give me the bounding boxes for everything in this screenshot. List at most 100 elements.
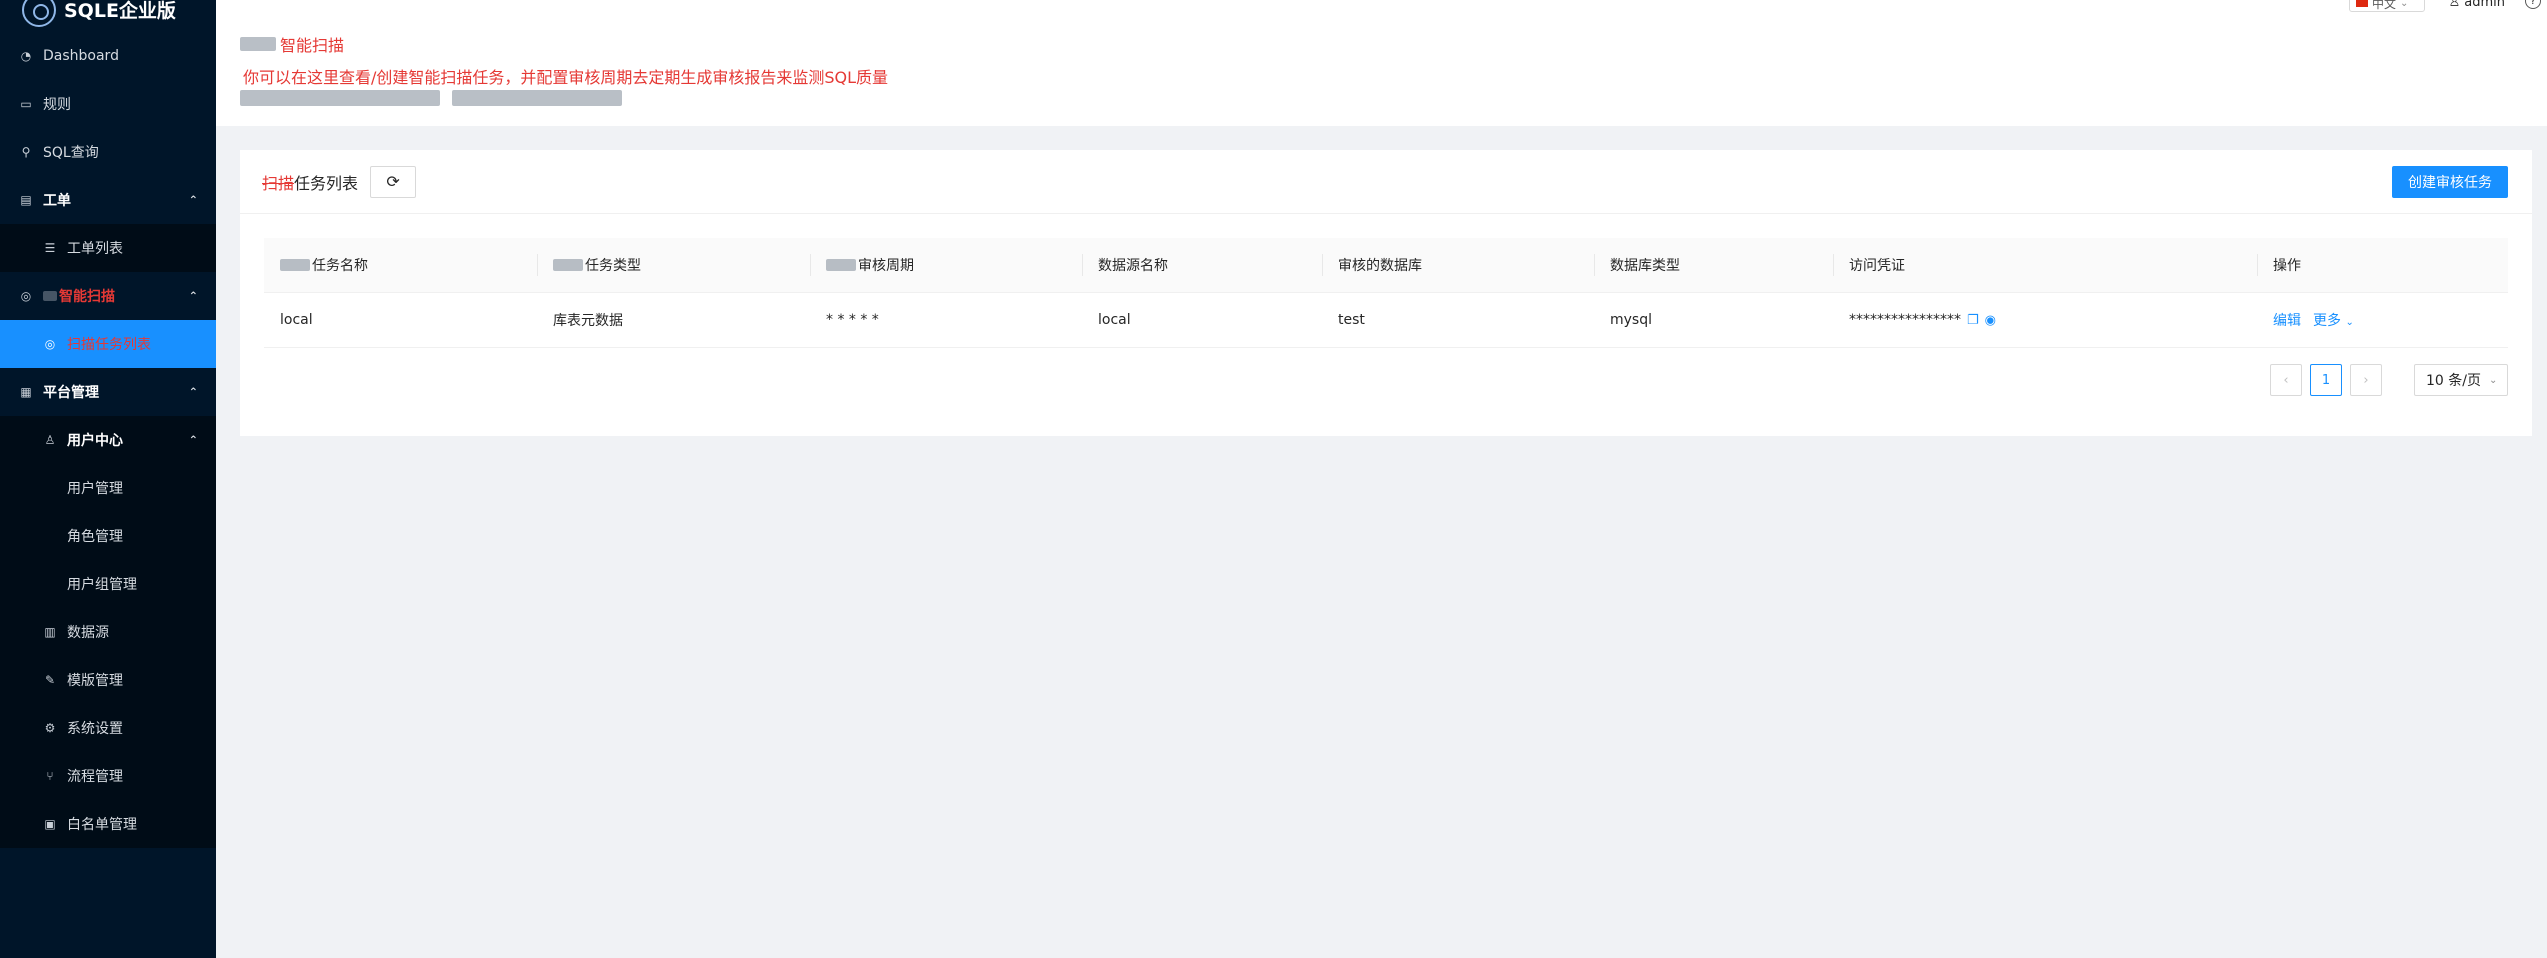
sidebar-group-user-center[interactable]: ♙ 用户中心 ⌃ xyxy=(0,416,216,464)
sidebar-item-label: 模版管理 xyxy=(67,673,123,689)
brand[interactable]: SQLE企业版 xyxy=(0,0,216,32)
chevron-up-icon: ⌃ xyxy=(188,385,198,399)
sidebar-item-datasource[interactable]: ▥ 数据源 xyxy=(0,608,216,656)
desktop-icon: ▤ xyxy=(20,193,32,207)
file-edit-icon: ✎ xyxy=(44,673,56,687)
sidebar-item-system[interactable]: ⚙ 系统设置 xyxy=(0,704,216,752)
header-text: 任务名称 xyxy=(312,258,368,274)
task-list-card: 扫描 任务列表 ⟳ 创建审核任务 任务名称 任务类型 审核周期 数据源名称 审核… xyxy=(240,150,2532,436)
profile-icon: ▣ xyxy=(44,817,56,831)
branch-icon: ⑂ xyxy=(46,769,54,783)
sidebar-item-user-manage[interactable]: 用户管理 xyxy=(0,464,216,512)
table-header: 任务名称 任务类型 审核周期 数据源名称 审核的数据库 数据库类型 访问凭证 操… xyxy=(264,238,2508,293)
target-icon: ◎ xyxy=(20,289,32,303)
page-title: 智能扫描 xyxy=(240,32,344,56)
sidebar-item-label: 扫描任务列表 xyxy=(67,337,151,353)
cell-actions: 编辑 更多 ⌄ xyxy=(2257,293,2508,347)
create-audit-task-button[interactable]: 创建审核任务 xyxy=(2392,166,2508,198)
prev-page-button[interactable]: ‹ xyxy=(2270,364,2302,396)
next-page-button[interactable]: › xyxy=(2350,364,2382,396)
chevron-down-icon: ⌄ xyxy=(2488,374,2498,386)
page-description: 你可以在这里查看/创建智能扫描任务，并配置审核周期去定期生成审核报告来监测SQL… xyxy=(243,68,889,87)
column-header-type: 任务类型 xyxy=(537,238,810,292)
header-text: 数据库类型 xyxy=(1610,258,1680,274)
chevron-down-icon: ⌄ xyxy=(2400,0,2409,9)
card-header: 扫描 任务列表 ⟳ 创建审核任务 xyxy=(240,150,2532,214)
sidebar-item-label: 数据源 xyxy=(67,625,109,641)
chevron-up-icon: ⌃ xyxy=(188,289,198,303)
sidebar-item-label: 智能扫描 xyxy=(59,289,115,305)
refresh-icon: ⟳ xyxy=(386,173,400,191)
sidebar-item-label: 系统设置 xyxy=(67,721,123,737)
refresh-button[interactable]: ⟳ xyxy=(370,165,417,198)
more-label: 更多 xyxy=(2313,313,2341,329)
sidebar-item-label: 用户中心 xyxy=(67,433,123,449)
gear-icon: ⚙ xyxy=(44,721,56,735)
page-size-select[interactable]: 10 条/页 ⌄ xyxy=(2414,364,2508,396)
monitor-icon: ▭ xyxy=(20,97,32,111)
china-flag-icon xyxy=(2356,0,2368,7)
top-bar: 中文 ⌄ ♙ admin ? xyxy=(216,0,2547,20)
chevron-down-icon: ⌄ xyxy=(2345,317,2354,328)
header-text: 任务类型 xyxy=(585,258,641,274)
column-header-actions: 操作 xyxy=(2257,238,2508,292)
header-text: 审核周期 xyxy=(858,258,914,274)
column-header-database: 审核的数据库 xyxy=(1322,238,1594,292)
sidebar-group-scan[interactable]: ◎ 智能扫描 ⌃ xyxy=(0,272,216,320)
list-icon: ☰ xyxy=(44,241,56,255)
blurred-label xyxy=(43,291,57,301)
sidebar-group-platform[interactable]: ▦ 平台管理 ⌃ xyxy=(0,368,216,416)
username: admin xyxy=(2464,0,2505,10)
more-dropdown[interactable]: 更多 ⌄ xyxy=(2313,310,2354,330)
sidebar-item-label: Dashboard xyxy=(43,48,119,64)
sidebar: SQLE企业版 ◔ Dashboard ▭ 规则 ⚲ SQL查询 ▤ 工单 ⌃ … xyxy=(0,0,216,958)
sidebar-item-whitelist[interactable]: ▣ 白名单管理 xyxy=(0,800,216,848)
sidebar-item-label: 白名单管理 xyxy=(67,817,137,833)
sidebar-item-dashboard[interactable]: ◔ Dashboard xyxy=(0,32,216,80)
sidebar-item-workflow[interactable]: ⑂ 流程管理 xyxy=(0,752,216,800)
pie-chart-icon: ◔ xyxy=(20,49,32,63)
language-select[interactable]: 中文 ⌄ xyxy=(2349,0,2425,12)
edit-link[interactable]: 编辑 xyxy=(2273,310,2301,330)
sidebar-item-label: SQL查询 xyxy=(43,145,99,161)
sidebar-item-usergroup-manage[interactable]: 用户组管理 xyxy=(0,560,216,608)
chevron-up-icon: ⌃ xyxy=(188,193,198,207)
sidebar-item-workorder-list[interactable]: ☰ 工单列表 xyxy=(0,224,216,272)
header-text: 访问凭证 xyxy=(1849,258,1905,274)
sidebar-item-label: 平台管理 xyxy=(43,385,99,401)
sidebar-item-scan-task-list[interactable]: ◎ 扫描任务列表 xyxy=(0,320,216,368)
file-icon: ▦ xyxy=(20,385,32,399)
table-row: local 库表元数据 * * * * * local test mysql *… xyxy=(264,293,2508,348)
cell-database: test xyxy=(1338,312,1365,328)
sidebar-item-label: 角色管理 xyxy=(67,529,123,545)
sidebar-item-label: 用户管理 xyxy=(67,481,123,497)
copy-icon[interactable]: ❐ xyxy=(1967,313,1979,328)
column-header-db-type: 数据库类型 xyxy=(1594,238,1833,292)
blurred-label xyxy=(280,259,310,271)
header-text: 审核的数据库 xyxy=(1338,258,1422,274)
sidebar-item-sql-query[interactable]: ⚲ SQL查询 xyxy=(0,128,216,176)
token-text: **************** xyxy=(1849,312,1961,328)
brand-name: SQLE企业版 xyxy=(64,0,176,22)
language-label: 中文 xyxy=(2372,0,2397,11)
user-icon: ♙ xyxy=(44,433,56,447)
blurred-text xyxy=(240,90,440,106)
target-icon: ◎ xyxy=(44,337,56,351)
header-text: 操作 xyxy=(2273,258,2301,274)
sidebar-item-label: 工单 xyxy=(43,193,71,209)
sidebar-item-label: 工单列表 xyxy=(67,241,123,257)
sidebar-item-rules[interactable]: ▭ 规则 xyxy=(0,80,216,128)
page-title-text: 智能扫描 xyxy=(280,36,345,55)
sidebar-item-label: 用户组管理 xyxy=(67,577,137,593)
sidebar-item-template[interactable]: ✎ 模版管理 xyxy=(0,656,216,704)
help-icon[interactable]: ? xyxy=(2525,0,2541,9)
eye-invisible-icon[interactable]: ◉ xyxy=(1985,313,1996,328)
sidebar-item-role-manage[interactable]: 角色管理 xyxy=(0,512,216,560)
header-text: 数据源名称 xyxy=(1098,258,1168,274)
sidebar-group-workorder[interactable]: ▤ 工单 ⌃ xyxy=(0,176,216,224)
page-item-current[interactable]: 1 xyxy=(2310,364,2342,396)
column-header-token: 访问凭证 xyxy=(1833,238,2257,292)
chevron-right-icon: › xyxy=(2363,372,2369,388)
user-menu[interactable]: ♙ admin xyxy=(2449,0,2505,10)
column-header-cycle: 审核周期 xyxy=(810,238,1082,292)
